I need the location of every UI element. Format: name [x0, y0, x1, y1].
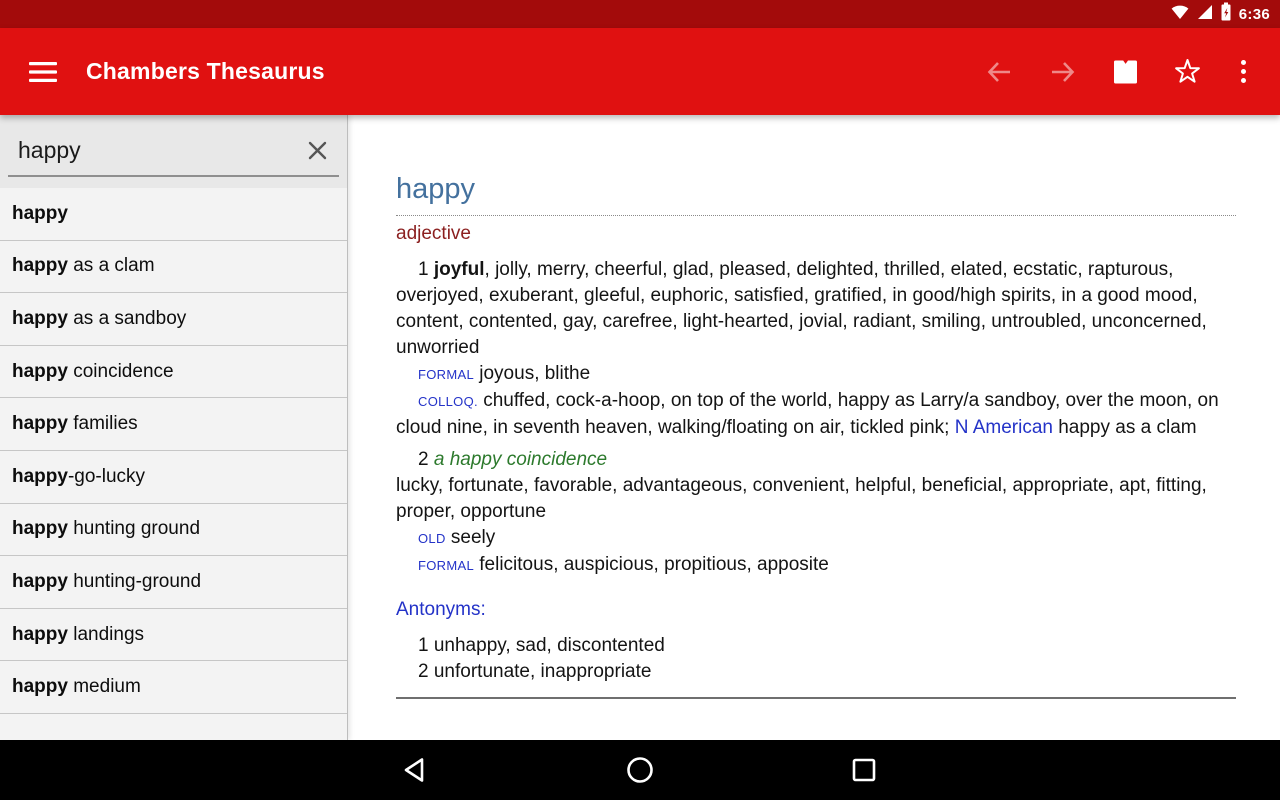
android-home-icon[interactable]: [623, 753, 657, 787]
lead-synonym: joyful: [434, 259, 485, 280]
antonyms-heading: Antonyms:: [396, 597, 1236, 623]
region-label: N American: [955, 417, 1053, 438]
entry-headword: happy: [396, 171, 1236, 216]
formal-label: FORMAL: [418, 558, 474, 573]
back-arrow-icon[interactable]: [985, 58, 1013, 86]
status-time: 6:36: [1239, 6, 1270, 23]
antonym-item: 2 unfortunate, inappropriate: [396, 659, 1236, 685]
android-back-icon[interactable]: [399, 753, 433, 787]
main-area: happy happy as a clam happy as a sandboy…: [0, 115, 1280, 740]
sense-2-formal-line: FORMAL felicitous, auspicious, propitiou…: [396, 552, 1236, 579]
sense-1-colloq-line: COLLOQ. chuffed, cock-a-hoop, on top of …: [396, 388, 1236, 441]
old-synonyms: seely: [451, 527, 495, 548]
list-item-happy-hunting-ground-2[interactable]: happy hunting-ground: [0, 556, 347, 609]
sense-2-synonyms: lucky, fortunate, favorable, advantageou…: [396, 473, 1236, 525]
part-of-speech: adjective: [396, 222, 1236, 246]
colloq-label: COLLOQ.: [418, 394, 478, 409]
list-item-partial[interactable]: [0, 714, 347, 740]
list-item-happy-families[interactable]: happy families: [0, 398, 347, 451]
sense-2-old-line: OLD seely: [396, 525, 1236, 552]
overflow-menu-icon[interactable]: [1237, 60, 1250, 83]
list-item-happy-hunting-ground[interactable]: happy hunting ground: [0, 504, 347, 557]
list-item-happy[interactable]: happy: [0, 188, 347, 241]
clear-search-icon[interactable]: [299, 132, 335, 168]
formal-synonyms: felicitous, auspicious, propitious, appo…: [479, 554, 829, 575]
sense-1: 1 joyful, jolly, merry, cheerful, glad, …: [396, 257, 1236, 361]
status-bar: 6:36: [0, 0, 1280, 28]
screen: 6:36 Chambers Thesaurus: [0, 0, 1280, 800]
list-item-happy-coincidence[interactable]: happy coincidence: [0, 346, 347, 399]
list-item-happy-as-a-clam[interactable]: happy as a clam: [0, 241, 347, 294]
synonym-list: , jolly, merry, cheerful, glad, pleased,…: [396, 259, 1207, 358]
app-title: Chambers Thesaurus: [86, 58, 325, 85]
list-item-happy-landings[interactable]: happy landings: [0, 609, 347, 662]
sense-number: 1: [418, 259, 429, 280]
star-outline-icon[interactable]: [1174, 58, 1201, 85]
book-icon[interactable]: [1113, 59, 1138, 85]
list-item-happy-go-lucky[interactable]: happy-go-lucky: [0, 451, 347, 504]
forward-arrow-icon[interactable]: [1049, 58, 1077, 86]
android-recents-icon[interactable]: [847, 753, 881, 787]
app-bar-actions: [985, 58, 1250, 86]
sense-number: 2: [418, 449, 429, 470]
sidebar: happy happy as a clam happy as a sandboy…: [0, 115, 348, 740]
formal-synonyms: joyous, blithe: [479, 363, 590, 384]
search-field: [8, 125, 339, 177]
sense-2: 2 a happy coincidence: [396, 447, 1236, 473]
search-area: [0, 115, 347, 188]
entry-divider: [396, 697, 1236, 699]
wifi-icon: [1171, 4, 1189, 25]
cell-signal-icon: [1196, 4, 1213, 25]
entry-content: happy adjective 1 joyful, jolly, merry, …: [348, 115, 1280, 740]
region-synonyms: happy as a clam: [1058, 417, 1196, 438]
sense-1-formal-line: FORMAL joyous, blithe: [396, 361, 1236, 388]
search-input[interactable]: [18, 137, 299, 164]
old-label: OLD: [418, 531, 446, 546]
list-item-happy-medium[interactable]: happy medium: [0, 661, 347, 714]
antonym-item: 1 unhappy, sad, discontented: [396, 633, 1236, 659]
list-item-happy-as-a-sandboy[interactable]: happy as a sandboy: [0, 293, 347, 346]
menu-icon[interactable]: [28, 61, 58, 83]
android-nav-bar: [0, 740, 1280, 800]
example-phrase: a happy coincidence: [434, 449, 607, 470]
app-bar: Chambers Thesaurus: [0, 28, 1280, 115]
search-results-list: happy happy as a clam happy as a sandboy…: [0, 188, 347, 740]
formal-label: FORMAL: [418, 367, 474, 382]
battery-charging-icon: [1220, 2, 1232, 26]
